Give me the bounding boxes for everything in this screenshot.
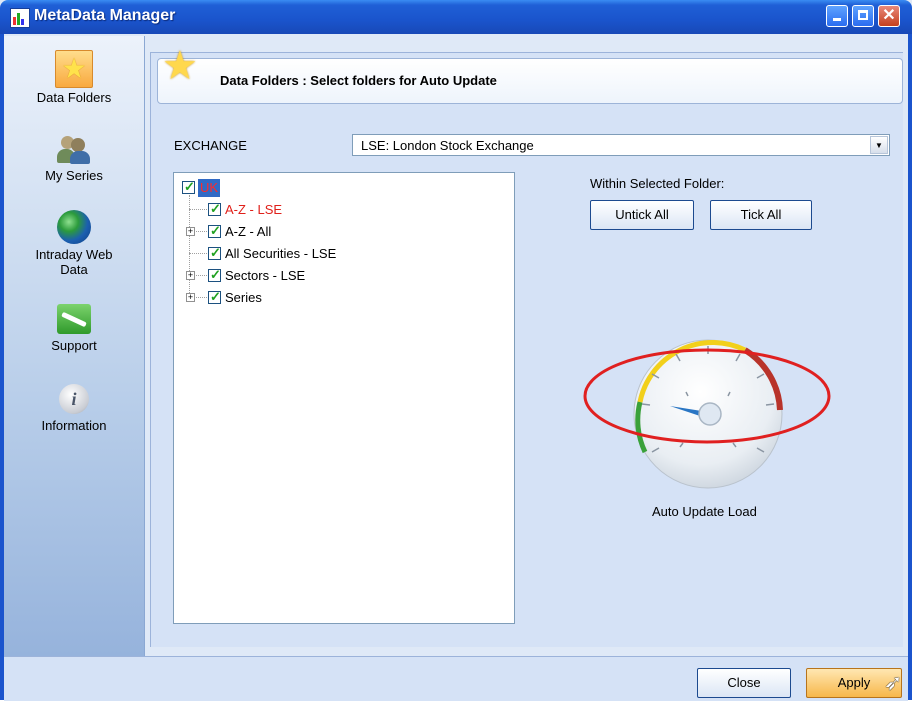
plus-icon: + (187, 226, 194, 236)
check-icon: ✓ (210, 201, 221, 216)
tree-checkbox[interactable]: ✓ (208, 267, 221, 282)
window-title: MetaData Manager (34, 7, 176, 24)
exchange-dropdown[interactable]: LSE: London Stock Exchange ▼ (352, 134, 890, 156)
tree-node-label: Sectors - LSE (225, 268, 306, 283)
title-bar[interactable]: MetaData Manager ✕ (0, 0, 912, 34)
expand-button[interactable]: + (186, 271, 195, 280)
tree-node-sectors-lse[interactable]: + ✓ Sectors - LSE (186, 267, 386, 285)
tree-node-a-z-all[interactable]: + ✓ A-Z - All (186, 223, 386, 241)
tree-node-label: UK (198, 179, 221, 197)
wrench-icon (57, 304, 91, 334)
tree-checkbox[interactable]: ✓ (208, 201, 221, 216)
exchange-selected-value: LSE: London Stock Exchange (361, 138, 534, 153)
plus-icon: + (187, 270, 194, 280)
chevron-down-icon: ▼ (875, 141, 883, 150)
tree-node-label: A-Z - LSE (225, 202, 283, 217)
info-icon: i (59, 384, 89, 414)
tree-guide-line (189, 209, 207, 210)
untick-all-button[interactable]: Untick All (590, 200, 694, 230)
sidebar-item-label: Intraday Web Data (35, 247, 113, 277)
plus-icon: + (187, 292, 194, 302)
gauge-hub (698, 402, 722, 426)
tree-node-label: All Securities - LSE (225, 246, 337, 261)
tree-node-label: Series (225, 290, 262, 305)
tree-node-series[interactable]: + ✓ Series (186, 289, 386, 307)
page-title: Data Folders : Select folders for Auto U… (220, 73, 497, 88)
star-icon: ★ (162, 44, 198, 88)
exchange-label: EXCHANGE (174, 138, 247, 153)
people-icon (57, 134, 91, 164)
gauge-label: Auto Update Load (652, 504, 757, 519)
star-icon: ★ (55, 50, 93, 88)
maximize-icon (858, 10, 868, 20)
sidebar-item-label: Support (51, 338, 97, 353)
check-icon: ✓ (210, 223, 221, 238)
sidebar-item-label: My Series (45, 168, 103, 183)
sidebar-item-label: Data Folders (36, 90, 112, 105)
sidebar-item-my-series[interactable]: My Series (4, 134, 144, 183)
page-header: ★ Data Folders : Select folders for Auto… (157, 44, 903, 104)
close-button[interactable]: Close (697, 668, 791, 698)
minimize-button[interactable] (826, 5, 848, 27)
expand-button[interactable]: + (186, 227, 195, 236)
sidebar-item-label: Information (41, 418, 107, 433)
globe-icon (57, 210, 91, 244)
folder-tree[interactable]: ✓ UK ✓ A-Z - LSE + ✓ A-Z - All ✓ All Sec… (173, 172, 515, 624)
dropdown-arrow-button[interactable]: ▼ (870, 136, 888, 154)
tree-node-label: A-Z - All (225, 224, 272, 239)
close-window-button[interactable]: ✕ (878, 5, 900, 27)
window-border-right (908, 34, 912, 700)
tree-checkbox[interactable]: ✓ (208, 245, 221, 260)
tree-checkbox[interactable]: ✓ (182, 179, 195, 194)
tree-guide-line (189, 253, 207, 254)
expand-button[interactable]: + (186, 293, 195, 302)
sidebar: ★ Data Folders My Series Intraday Web Da… (4, 36, 145, 656)
within-selected-folder-label: Within Selected Folder: (590, 176, 725, 191)
sidebar-item-data-folders[interactable]: ★ Data Folders (4, 50, 144, 105)
tick-all-button[interactable]: Tick All (710, 200, 812, 230)
tree-checkbox[interactable]: ✓ (208, 223, 221, 238)
metadata-manager-window: MetaData Manager ✕ ★ Data Folders My Ser… (0, 0, 912, 701)
close-icon: ✕ (882, 7, 896, 24)
check-icon: ✓ (184, 179, 195, 194)
gauge-graphic (583, 339, 831, 489)
check-icon: ✓ (210, 289, 221, 304)
sidebar-item-information[interactable]: i Information (4, 384, 144, 433)
check-icon: ✓ (210, 245, 221, 260)
maximize-button[interactable] (852, 5, 874, 27)
tree-checkbox[interactable]: ✓ (208, 289, 221, 304)
sidebar-item-support[interactable]: Support (4, 304, 144, 353)
mouse-pointer-icon: ➶ (884, 670, 903, 695)
app-icon (10, 8, 30, 28)
check-icon: ✓ (210, 267, 221, 282)
sidebar-item-intraday-web-data[interactable]: Intraday Web Data (4, 210, 144, 277)
auto-update-load-gauge (580, 332, 840, 512)
minimize-icon (833, 18, 841, 21)
